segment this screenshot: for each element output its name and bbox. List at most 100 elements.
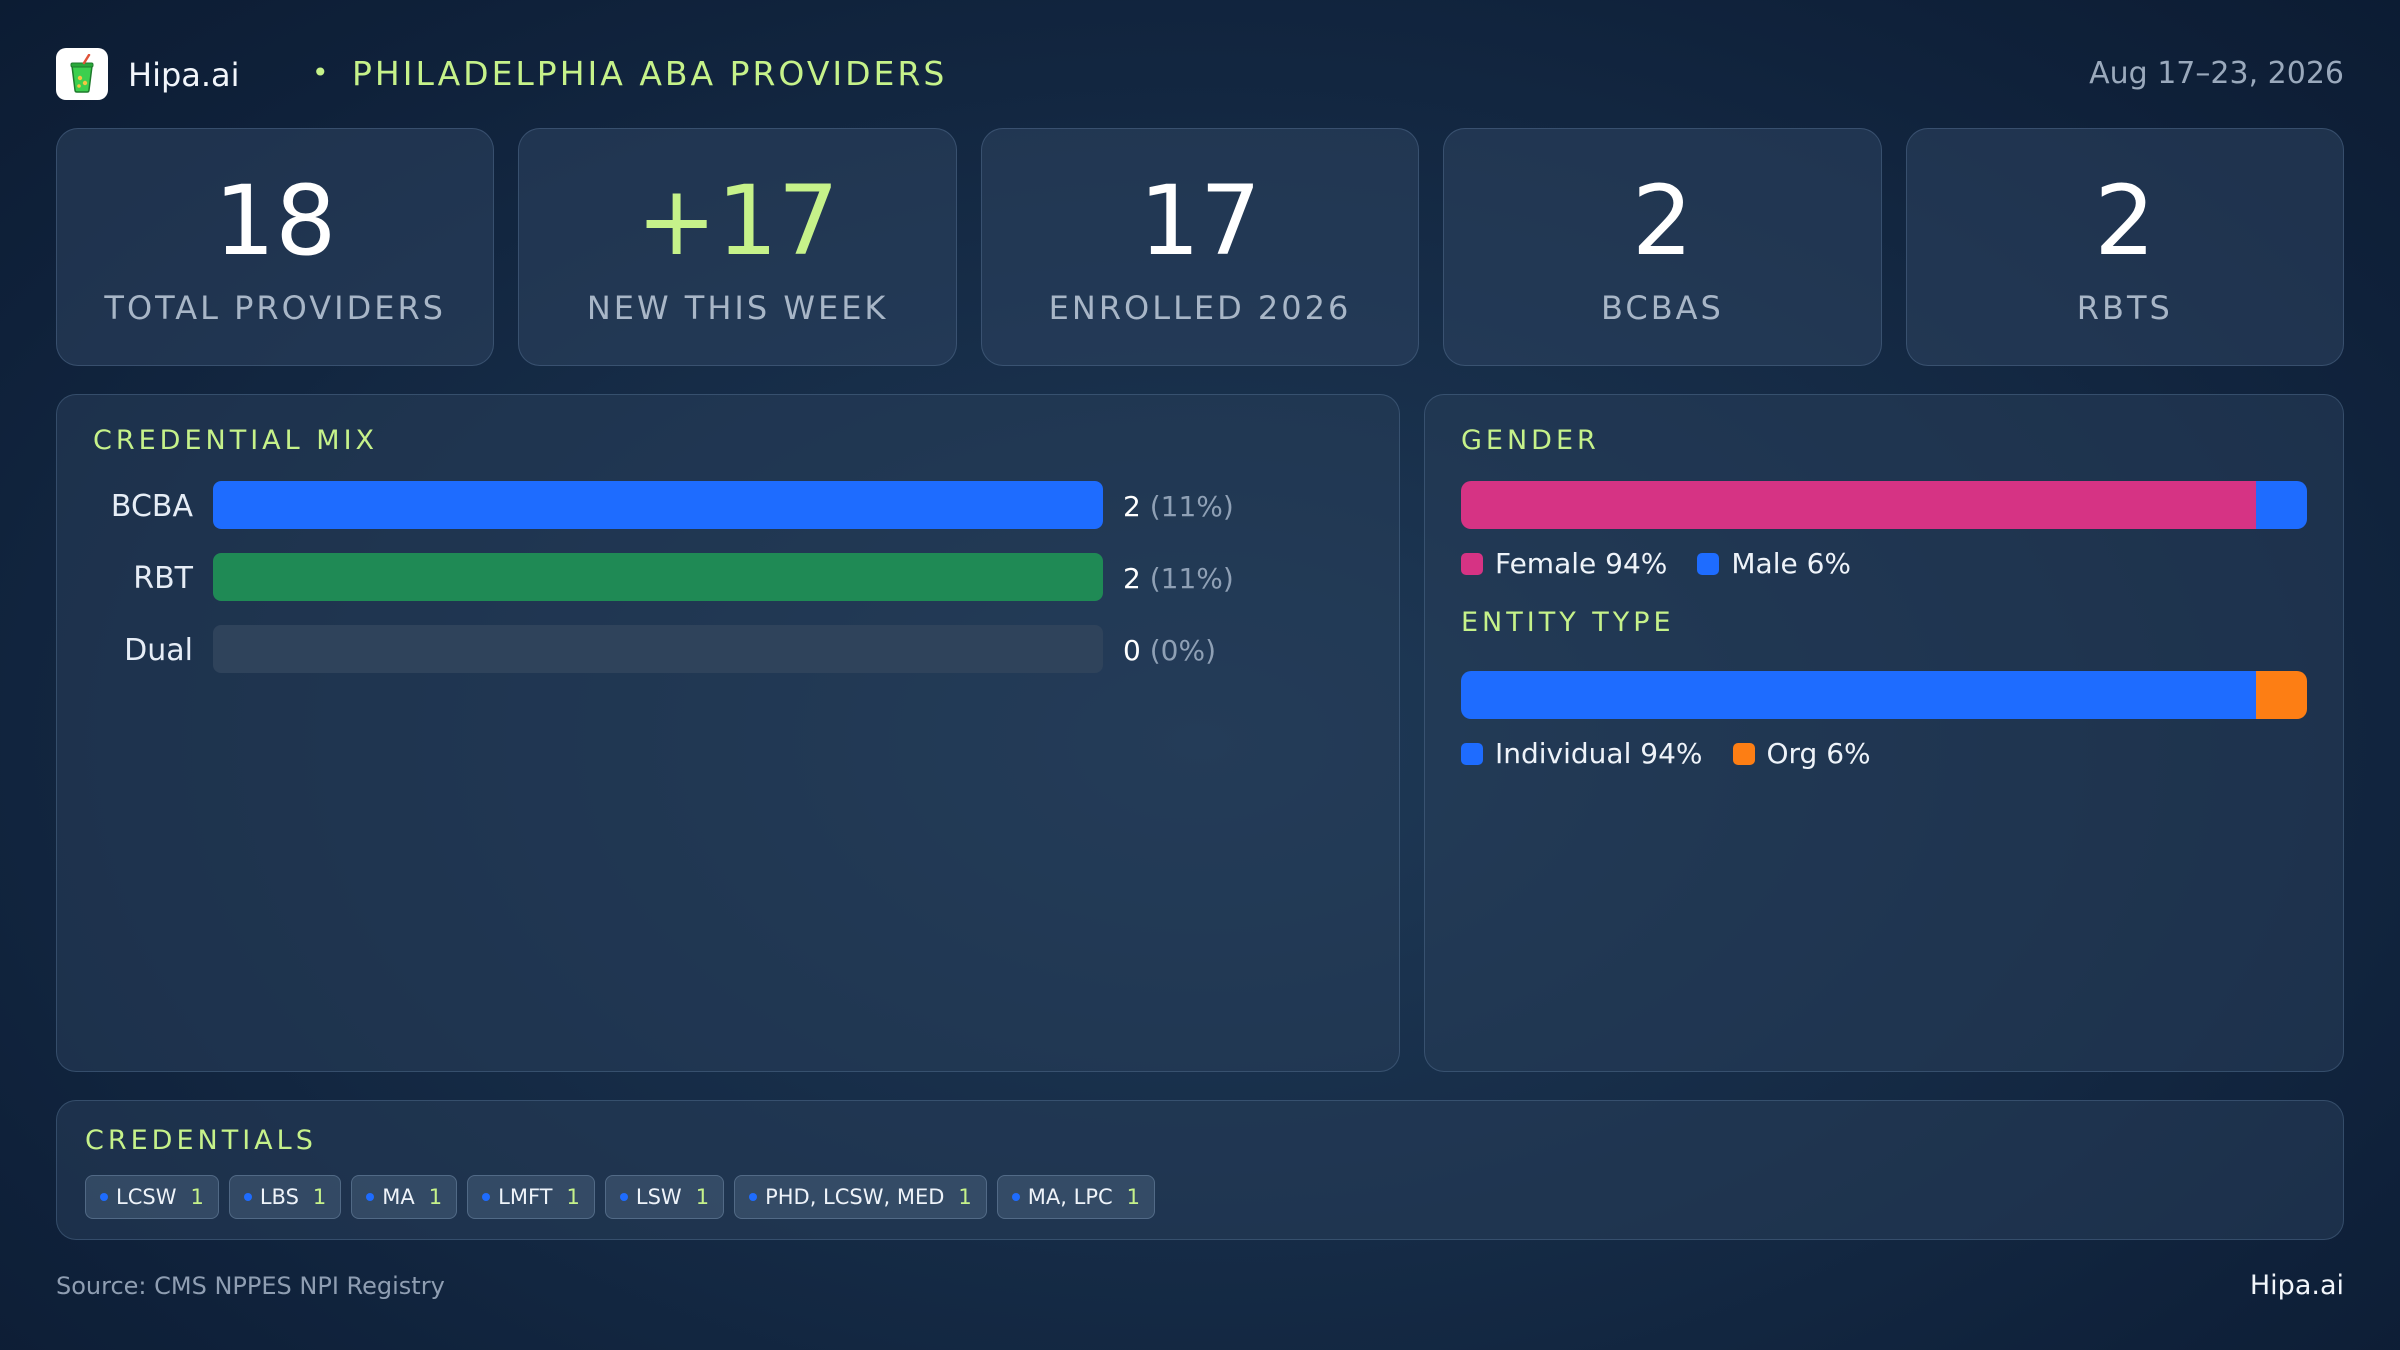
entity-type-legend: Individual 94% Org 6% [1461, 737, 1871, 770]
chip-label: MA [382, 1185, 415, 1209]
kpi-value: 17 [1138, 165, 1262, 277]
title-separator: • [312, 56, 329, 89]
legend-label: Individual 94% [1495, 737, 1703, 770]
chip-count: 1 [1126, 1185, 1141, 1209]
bar-count: 2 [1123, 562, 1141, 595]
entity-segment-individual [1461, 671, 2257, 719]
kpi-new-this-week: +17 NEW THIS WEEK [518, 128, 957, 366]
bar-value: 2 (11%) [1123, 490, 1234, 523]
chip-label: LCSW [116, 1185, 177, 1209]
bar-count: 2 [1123, 490, 1141, 523]
page-title: PHILADELPHIA ABA PROVIDERS [352, 54, 948, 93]
bar-label: RBT [133, 561, 193, 596]
chip-count: 1 [566, 1185, 580, 1209]
bar-count: 0 [1123, 634, 1141, 667]
credential-mix-title: CREDENTIAL MIX [93, 425, 379, 456]
credential-chip-list: LCSW 1 LBS 1 MA 1 LMFT 1 LSW 1 PHD, LCSW… [85, 1175, 1156, 1219]
chip-count: 1 [428, 1185, 443, 1209]
kpi-value: 2 [1631, 165, 1693, 277]
kpi-value: 18 [214, 165, 337, 277]
chip-label: LBS [259, 1185, 299, 1209]
chip-label: LSW [635, 1185, 682, 1209]
gender-segment-female [1461, 481, 2257, 529]
bar-label: Dual [124, 633, 193, 668]
brand-logo[interactable] [56, 48, 108, 100]
bar-track [213, 553, 1103, 601]
header: Hipa.ai • PHILADELPHIA ABA PROVIDERS Aug… [56, 46, 2344, 102]
chip-dot-icon [482, 1193, 491, 1201]
bar-track [213, 625, 1103, 673]
credential-chip[interactable]: LSW 1 [604, 1175, 725, 1219]
credential-chip[interactable]: LCSW 1 [85, 1175, 219, 1219]
chip-count: 1 [958, 1185, 972, 1209]
credentials-panel: CREDENTIALS LCSW 1 LBS 1 MA 1 LMFT 1 LSW… [56, 1100, 2344, 1240]
chip-count: 1 [190, 1185, 204, 1209]
credential-chip[interactable]: PHD, LCSW, MED 1 [734, 1175, 987, 1219]
gender-segment-male [2256, 481, 2307, 529]
credential-chip[interactable]: LBS 1 [228, 1175, 342, 1219]
chip-label: MA, LPC [1027, 1185, 1113, 1209]
chip-label: LMFT [498, 1185, 553, 1209]
credential-mix-row-rbt: RBT 2 (11%) [57, 553, 1357, 601]
kpi-label: BCBAS [1600, 289, 1724, 327]
kpi-label: NEW THIS WEEK [586, 289, 889, 327]
legend-label: Female 94% [1495, 547, 1668, 580]
kpi-value: 2 [2094, 165, 2156, 277]
bar-percent: (11%) [1149, 562, 1234, 595]
kpi-enrolled-2026: 17 ENROLLED 2026 [980, 128, 1420, 366]
legend-label: Male 6% [1731, 547, 1852, 580]
chip-count: 1 [695, 1185, 710, 1209]
credential-mix-row-bcba: BCBA 2 (11%) [57, 481, 1357, 529]
chip-dot-icon [243, 1193, 252, 1201]
bar-fill [213, 481, 1103, 529]
entity-segment-org [2256, 671, 2307, 719]
credential-mix-panel: CREDENTIAL MIX BCBA 2 (11%) RBT 2 (11%) … [56, 394, 1400, 1072]
bar-label: BCBA [110, 489, 193, 524]
entity-type-stacked-bar [1461, 671, 2307, 719]
chip-count: 1 [312, 1185, 327, 1209]
legend-item-org: Org 6% [1732, 737, 1871, 770]
date-range: Aug 17–23, 2026 [2089, 56, 2344, 91]
legend-item-individual: Individual 94% [1461, 737, 1703, 770]
kpi-label: ENROLLED 2026 [1048, 289, 1352, 327]
kpi-value: +17 [636, 165, 839, 277]
bar-percent: (0%) [1149, 634, 1217, 667]
kpi-label: TOTAL PROVIDERS [104, 289, 446, 327]
entity-type-title: ENTITY TYPE [1461, 607, 1675, 638]
chip-dot-icon [100, 1193, 108, 1201]
bar-percent: (11%) [1149, 490, 1234, 523]
chip-dot-icon [366, 1193, 375, 1201]
legend-swatch [1697, 552, 1720, 575]
kpi-bcbas: 2 BCBAS [1443, 128, 1882, 366]
legend-label: Org 6% [1766, 737, 1871, 770]
bar-value: 0 (0%) [1123, 634, 1216, 667]
bar-value: 2 (11%) [1123, 562, 1234, 595]
legend-item-male: Male 6% [1697, 547, 1851, 580]
chip-dot-icon [619, 1193, 628, 1201]
credential-chip[interactable]: MA 1 [351, 1175, 458, 1219]
legend-swatch [1461, 742, 1483, 765]
bar-track [213, 481, 1103, 529]
kpi-label: RBTS [2076, 289, 2173, 327]
gender-legend: Female 94% Male 6% [1461, 547, 1851, 580]
demographics-panel: GENDER Female 94% Male 6% ENTITY TYPE In… [1424, 394, 2344, 1072]
credential-chip[interactable]: MA, LPC 1 [996, 1175, 1156, 1219]
chip-dot-icon [749, 1193, 758, 1201]
credential-mix-row-dual: Dual 0 (0%) [57, 625, 1357, 673]
chip-label: PHD, LCSW, MED [765, 1185, 945, 1209]
gender-title: GENDER [1461, 425, 1600, 456]
bar-fill [213, 553, 1103, 601]
chip-dot-icon [1011, 1193, 1020, 1201]
kpi-total-providers: 18 TOTAL PROVIDERS [56, 128, 495, 366]
footer-source: Source: CMS NPPES NPI Registry [56, 1272, 445, 1300]
legend-swatch [1732, 742, 1755, 765]
legend-swatch [1461, 552, 1483, 575]
credential-chip[interactable]: LMFT 1 [467, 1175, 595, 1219]
footer-brand[interactable]: Hipa.ai [2250, 1270, 2344, 1301]
kpi-rbts: 2 RBTS [1905, 128, 2345, 366]
gender-stacked-bar [1461, 481, 2307, 529]
drink-cup-icon [70, 54, 94, 93]
credentials-title: CREDENTIALS [85, 1125, 317, 1156]
legend-item-female: Female 94% [1461, 547, 1667, 580]
brand-name[interactable]: Hipa.ai [128, 56, 240, 94]
